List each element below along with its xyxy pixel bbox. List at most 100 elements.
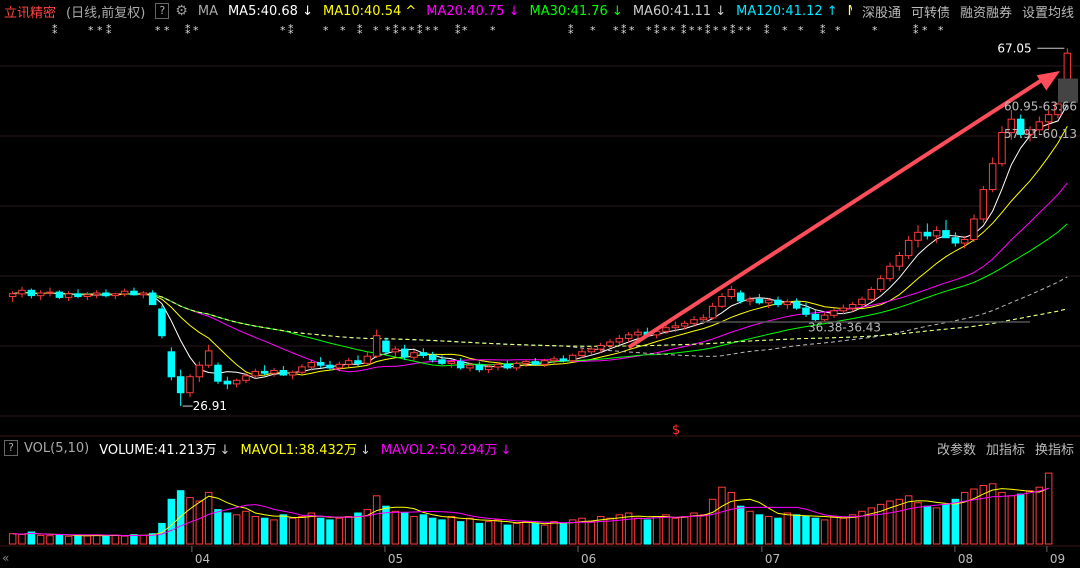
event-marker-16[interactable]: * bbox=[401, 24, 407, 37]
candle-17 bbox=[167, 347, 176, 381]
candle-91 bbox=[858, 296, 866, 308]
event-marker-38[interactable]: * bbox=[722, 24, 728, 37]
event-marker-22[interactable]: * bbox=[462, 24, 468, 37]
event-marker-20[interactable]: * bbox=[433, 24, 439, 37]
event-marker-13[interactable]: * bbox=[373, 24, 379, 37]
candle-body-83 bbox=[783, 301, 792, 306]
ma-label: MA bbox=[197, 3, 218, 19]
candle-body-104 bbox=[979, 189, 988, 220]
candle-21 bbox=[204, 344, 213, 368]
event-marker-36[interactable]: ⁑ bbox=[705, 24, 711, 37]
event-marker-18[interactable]: ⁑ bbox=[417, 24, 423, 37]
event-marker-17[interactable]: * bbox=[409, 24, 415, 37]
event-marker-39[interactable]: ⁑ bbox=[730, 24, 736, 37]
volume-bar-50 bbox=[475, 522, 484, 545]
event-marker-25[interactable]: * bbox=[590, 24, 596, 37]
event-marker-40[interactable]: * bbox=[738, 24, 744, 37]
candle-body-78 bbox=[736, 292, 745, 302]
vol-menu-item-0[interactable]: 改参数 bbox=[937, 439, 976, 458]
candle-body-50 bbox=[475, 364, 484, 371]
event-marker-47[interactable]: * bbox=[872, 24, 878, 37]
event-marker-24[interactable]: ⁑ bbox=[568, 24, 574, 37]
volume-bar-17 bbox=[167, 498, 176, 545]
candle-body-20 bbox=[195, 364, 204, 378]
event-marker-41[interactable]: * bbox=[746, 24, 752, 37]
trend-arrow-head bbox=[1036, 71, 1060, 91]
event-marker-34[interactable]: * bbox=[689, 24, 695, 37]
event-marker-49[interactable]: * bbox=[922, 24, 928, 37]
chart-canvas[interactable]: 04 05 06 07 08 09 « 67.05 26.91 60.95-63.66 57.91… bbox=[0, 0, 1080, 568]
event-marker-33[interactable]: ⁑ bbox=[681, 24, 687, 37]
event-marker-6[interactable]: ⁑ bbox=[185, 24, 191, 37]
vol-menu-item-1[interactable]: 加指标 bbox=[986, 439, 1025, 458]
event-marker-48[interactable]: ⁑ bbox=[913, 24, 919, 37]
event-marker-3[interactable]: ⁑ bbox=[106, 24, 112, 37]
candle-body-29 bbox=[279, 370, 288, 376]
event-marker-37[interactable]: * bbox=[713, 24, 719, 37]
volume-bar-101 bbox=[951, 498, 960, 545]
event-marker-10[interactable]: * bbox=[323, 24, 329, 37]
candle-body-85 bbox=[802, 307, 810, 315]
candle-body-24 bbox=[232, 379, 241, 385]
event-marker-46[interactable]: * bbox=[835, 24, 841, 37]
event-marker-32[interactable]: * bbox=[670, 24, 676, 37]
event-marker-50[interactable]: * bbox=[938, 24, 944, 37]
event-marker-8[interactable]: * bbox=[280, 24, 286, 37]
candle-body-25 bbox=[242, 375, 250, 381]
candle-body-64 bbox=[606, 341, 614, 347]
event-marker-7[interactable]: * bbox=[193, 24, 199, 37]
event-marker-19[interactable]: * bbox=[425, 24, 431, 37]
vol-help-icon[interactable]: ? bbox=[4, 440, 18, 456]
event-marker-15[interactable]: ⁑ bbox=[393, 24, 399, 37]
chart-mode[interactable]: (日线,前复权) bbox=[66, 2, 145, 21]
event-marker-5[interactable]: * bbox=[164, 24, 170, 37]
event-marker-0[interactable]: ⁑ bbox=[52, 24, 58, 37]
volume-bar-27 bbox=[260, 517, 269, 545]
event-marker-2[interactable]: * bbox=[97, 24, 103, 37]
volume-bar-75 bbox=[708, 498, 717, 545]
event-marker-44[interactable]: * bbox=[798, 24, 804, 37]
top-menu-item-1[interactable]: 可转债 bbox=[911, 2, 950, 21]
stock-name[interactable]: 立讯精密 bbox=[4, 2, 56, 21]
volume-bar-45 bbox=[428, 517, 437, 545]
event-marker-27[interactable]: ⁑ bbox=[621, 24, 627, 37]
volume-bar-9 bbox=[92, 534, 101, 545]
event-marker-21[interactable]: ⁑ bbox=[455, 24, 461, 37]
gear-icon[interactable]: ⚙ bbox=[175, 3, 188, 19]
top-menu-item-2[interactable]: 融资融券 bbox=[960, 2, 1012, 21]
candle-92 bbox=[867, 286, 876, 302]
event-marker-4[interactable]: * bbox=[155, 24, 161, 37]
candle-body-74 bbox=[699, 317, 708, 321]
candle-body-88 bbox=[830, 310, 838, 316]
event-marker-28[interactable]: * bbox=[629, 24, 635, 37]
volume-bar-18 bbox=[176, 490, 185, 545]
volume-bar-6 bbox=[64, 535, 73, 545]
candle-101 bbox=[951, 232, 960, 247]
event-marker-23[interactable]: * bbox=[490, 24, 496, 37]
event-marker-42[interactable]: ⁑ bbox=[764, 24, 770, 37]
event-marker-1[interactable]: * bbox=[88, 24, 94, 37]
volume-bar-64 bbox=[606, 517, 614, 545]
candle-body-96 bbox=[904, 239, 913, 257]
event-marker-31[interactable]: * bbox=[662, 24, 668, 37]
event-marker-12[interactable]: ⁑ bbox=[357, 24, 363, 37]
event-marker-26[interactable]: * bbox=[613, 24, 619, 37]
candle-body-0 bbox=[8, 293, 17, 297]
event-marker-11[interactable]: * bbox=[340, 24, 346, 37]
candle-body-13 bbox=[130, 290, 138, 296]
event-marker-45[interactable]: ⁑ bbox=[820, 24, 826, 37]
vol-menu-item-2[interactable]: 换指标 bbox=[1035, 439, 1074, 458]
candle-body-1 bbox=[18, 289, 26, 295]
event-marker-14[interactable]: * bbox=[385, 24, 391, 37]
top-menu-item-0[interactable]: 深股通 bbox=[862, 2, 901, 21]
event-marker-29[interactable]: * bbox=[646, 24, 652, 37]
event-marker-43[interactable]: * bbox=[782, 24, 788, 37]
event-marker-30[interactable]: ⁑ bbox=[654, 24, 660, 37]
help-icon[interactable]: ? bbox=[155, 3, 170, 19]
candle-body-18 bbox=[176, 376, 185, 394]
candle-body-30 bbox=[288, 371, 297, 376]
volume-bar-108 bbox=[1016, 493, 1025, 545]
event-marker-35[interactable]: * bbox=[697, 24, 703, 37]
top-menu-item-3[interactable]: 设置均线 bbox=[1022, 2, 1074, 21]
event-marker-9[interactable]: ⁑ bbox=[288, 24, 294, 37]
